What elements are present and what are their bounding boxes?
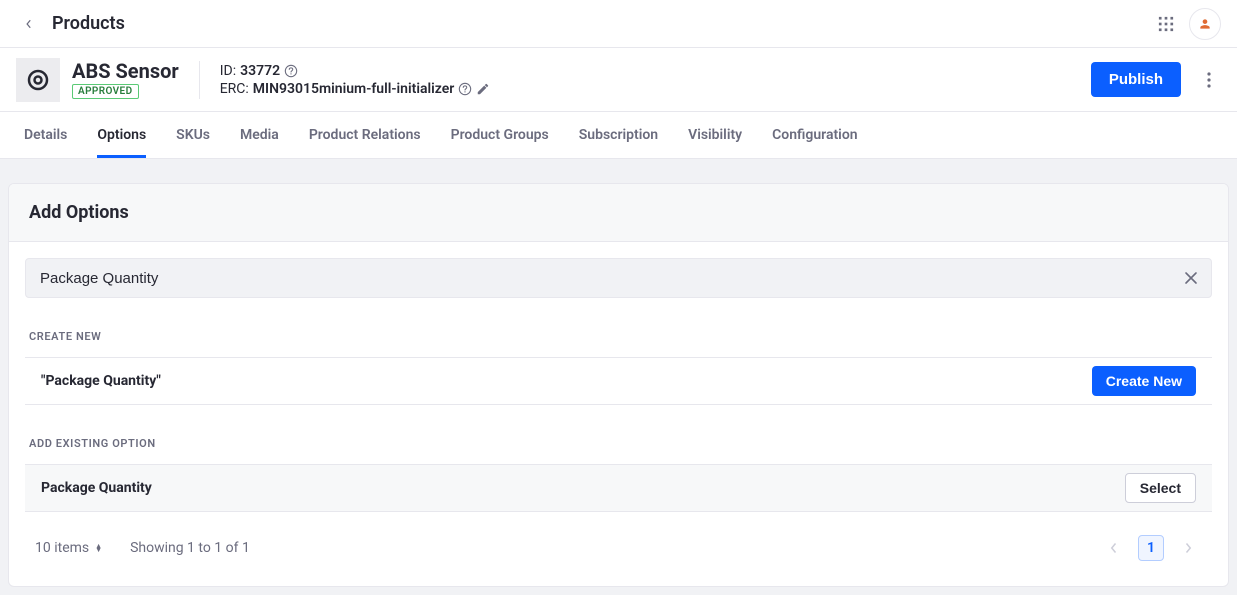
product-meta-block: ID: 33772 ERC: MIN93015minium-full-initi…: [220, 63, 491, 97]
tab-skus[interactable]: SKUs: [176, 112, 210, 158]
product-image-icon: [26, 68, 50, 92]
product-id-row: ID: 33772: [220, 63, 491, 79]
tab-options[interactable]: Options: [97, 112, 146, 158]
tab-media[interactable]: Media: [240, 112, 279, 158]
create-new-section-label: CREATE NEW: [29, 330, 1208, 343]
add-options-panel: Add Options CREATE NEW "Package Quantity…: [8, 183, 1229, 587]
items-per-page-label: 10 items: [35, 540, 89, 556]
user-avatar[interactable]: [1189, 8, 1221, 40]
product-thumbnail: [16, 58, 60, 102]
add-existing-section-label: ADD EXISTING OPTION: [29, 437, 1208, 450]
tab-product-relations[interactable]: Product Relations: [309, 112, 421, 158]
tab-visibility[interactable]: Visibility: [688, 112, 742, 158]
tabs: Details Options SKUs Media Product Relat…: [0, 112, 1237, 159]
panel-body: CREATE NEW "Package Quantity" Create New…: [9, 242, 1228, 586]
clear-search-icon[interactable]: [1182, 269, 1200, 287]
pagination-left: 10 items ▲▼ Showing 1 to 1 of 1: [35, 540, 250, 556]
product-title-block: ABS Sensor APPROVED: [72, 60, 179, 99]
existing-option-name: Package Quantity: [41, 480, 152, 496]
product-header: ABS Sensor APPROVED ID: 33772 ERC: MIN93…: [0, 48, 1237, 112]
top-header-left: Products: [24, 13, 125, 34]
panel-title: Add Options: [9, 184, 1228, 242]
product-name: ABS Sensor: [72, 60, 179, 82]
more-actions-icon[interactable]: [1197, 68, 1221, 92]
select-option-button[interactable]: Select: [1125, 473, 1196, 503]
help-icon[interactable]: [458, 82, 472, 96]
sort-arrows-icon: ▲▼: [95, 544, 102, 552]
content-area: Add Options CREATE NEW "Package Quantity…: [0, 159, 1237, 595]
tab-product-groups[interactable]: Product Groups: [451, 112, 549, 158]
back-chevron-icon[interactable]: [24, 19, 34, 29]
tab-subscription[interactable]: Subscription: [579, 112, 658, 158]
pagination-row: 10 items ▲▼ Showing 1 to 1 of 1 1: [25, 512, 1212, 568]
option-search-input[interactable]: [25, 258, 1212, 298]
create-new-option-name: "Package Quantity": [41, 373, 161, 389]
product-erc-row: ERC: MIN93015minium-full-initializer: [220, 81, 491, 97]
separator: [199, 61, 200, 99]
status-badge: APPROVED: [72, 84, 139, 99]
existing-option-row: Package Quantity Select: [25, 464, 1212, 512]
page-title: Products: [52, 13, 125, 34]
pagination-next-icon[interactable]: [1174, 534, 1202, 562]
product-header-left: ABS Sensor APPROVED ID: 33772 ERC: MIN93…: [16, 58, 490, 102]
product-id-label: ID:: [220, 63, 236, 79]
product-header-right: Publish: [1091, 62, 1221, 97]
product-erc-label: ERC:: [220, 81, 249, 97]
pagination-summary: Showing 1 to 1 of 1: [130, 540, 250, 556]
publish-button[interactable]: Publish: [1091, 62, 1181, 97]
top-header: Products: [0, 0, 1237, 48]
help-icon[interactable]: [284, 64, 298, 78]
apps-grid-icon[interactable]: [1157, 15, 1175, 33]
product-id-value: 33772: [240, 63, 280, 79]
tab-configuration[interactable]: Configuration: [772, 112, 857, 158]
product-erc-value: MIN93015minium-full-initializer: [253, 81, 455, 97]
pagination-right: 1: [1100, 534, 1202, 562]
pagination-page-current[interactable]: 1: [1138, 535, 1164, 561]
pagination-prev-icon[interactable]: [1100, 534, 1128, 562]
create-new-button[interactable]: Create New: [1092, 366, 1196, 396]
search-wrap: [25, 258, 1212, 298]
edit-icon[interactable]: [476, 82, 490, 96]
top-header-right: [1157, 8, 1221, 40]
items-per-page-selector[interactable]: 10 items ▲▼: [35, 540, 102, 556]
create-new-row: "Package Quantity" Create New: [25, 357, 1212, 405]
tab-details[interactable]: Details: [24, 112, 67, 158]
